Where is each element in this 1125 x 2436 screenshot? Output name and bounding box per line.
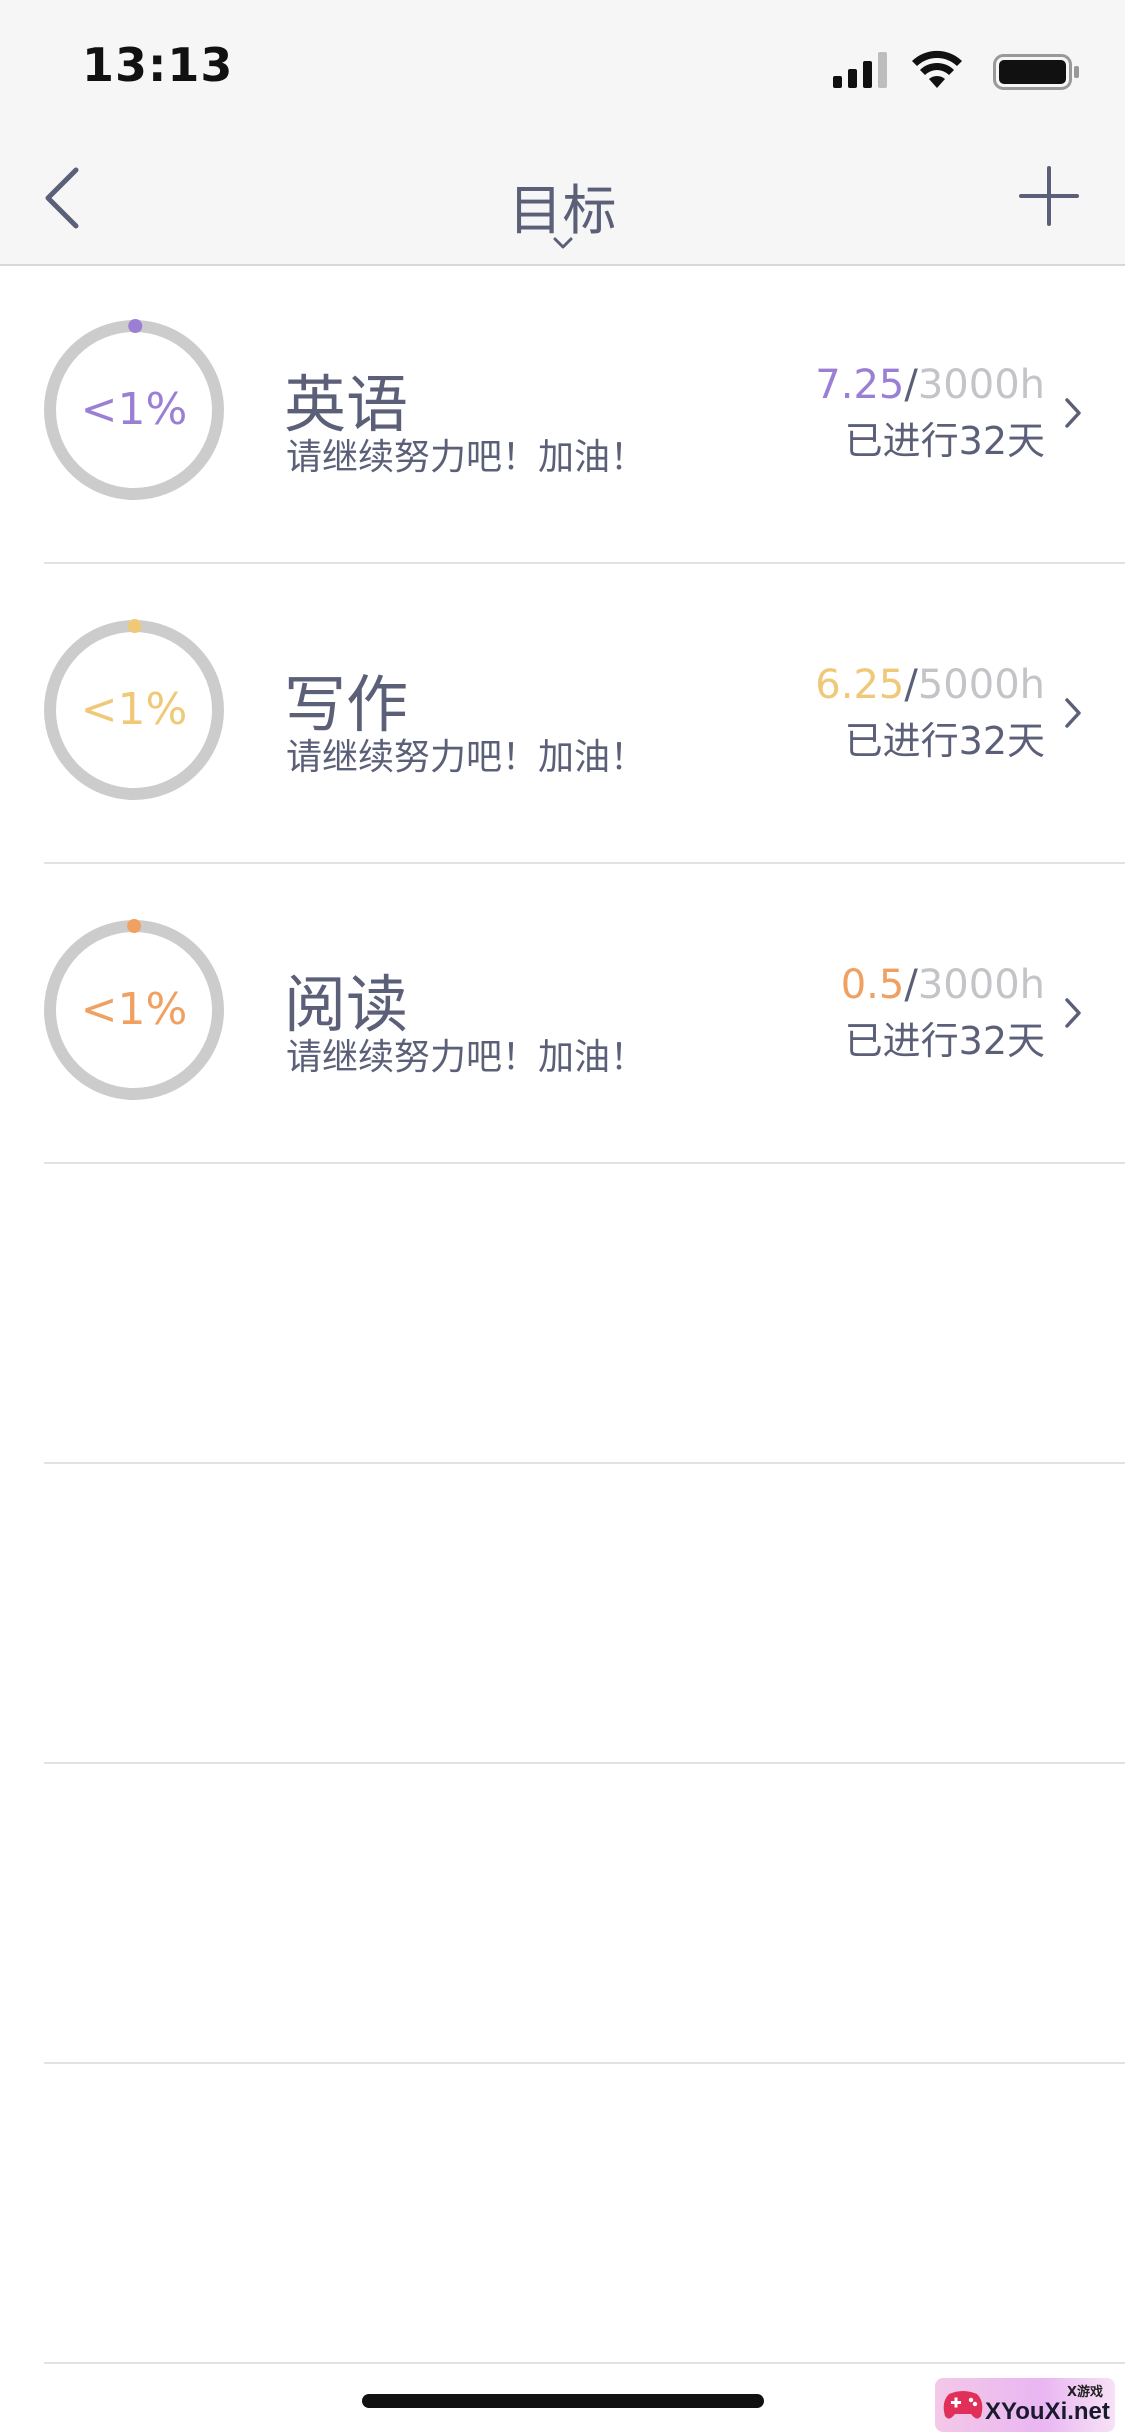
hours-separator: / (904, 962, 918, 1008)
status-time: 13:13 (82, 38, 234, 92)
row-divider (44, 562, 1125, 564)
goal-subtitle: 请继续努力吧！加油！ (286, 437, 647, 478)
goals-screen: 13:13 目标 <1% 英语 请继续努力吧！加油！ 7.25/3000h 已进… (0, 0, 1125, 2436)
days-elapsed: 已进行32天 (844, 419, 1045, 463)
chevron-down-icon[interactable] (552, 236, 574, 250)
chevron-right-icon (1065, 698, 1081, 728)
page-title[interactable]: 目标 (0, 166, 1125, 245)
chevron-right-icon (1065, 398, 1081, 428)
goal-row-reading[interactable]: <1% 阅读 请继续努力吧！加油！ 0.5/3000h 已进行32天 (0, 866, 1125, 1164)
hours-line: 7.25/3000h (815, 362, 1045, 408)
goal-row-writing[interactable]: <1% 写作 请继续努力吧！加油！ 6.25/5000h 已进行32天 (0, 566, 1125, 864)
hours-line: 6.25/5000h (815, 662, 1045, 708)
empty-row-divider (44, 2362, 1125, 2364)
hours-target: 5000h (917, 662, 1045, 708)
cellular-signal-icon (833, 52, 887, 88)
progress-ring: <1% (42, 618, 226, 802)
row-divider (44, 862, 1125, 864)
progress-ring: <1% (42, 918, 226, 1102)
empty-row-divider (44, 1462, 1125, 1464)
hours-separator: / (904, 662, 918, 708)
row-divider (44, 1162, 1125, 1164)
hours-done: 7.25 (815, 362, 905, 408)
home-indicator[interactable] (362, 2394, 764, 2408)
add-goal-button[interactable] (1017, 164, 1081, 228)
empty-row-divider (44, 1762, 1125, 1764)
goal-subtitle: 请继续努力吧！加油！ (286, 737, 647, 778)
progress-percent: <1% (80, 984, 188, 1035)
hours-done: 0.5 (840, 962, 905, 1008)
goal-stats: 0.5/3000h 已进行32天 (841, 962, 1045, 1065)
goal-stats: 6.25/5000h 已进行32天 (815, 662, 1045, 765)
watermark: X游戏 XYouXi.net (935, 2378, 1115, 2432)
hours-line: 0.5/3000h (841, 962, 1045, 1008)
progress-percent: <1% (80, 684, 188, 735)
days-elapsed: 已进行32天 (844, 1019, 1045, 1063)
chevron-right-icon (1065, 998, 1081, 1028)
nav-bar: 目标 (0, 136, 1125, 266)
hours-done: 6.25 (815, 662, 905, 708)
battery-icon (993, 54, 1079, 90)
progress-percent: <1% (80, 384, 188, 435)
days-elapsed: 已进行32天 (844, 719, 1045, 763)
goal-row-english[interactable]: <1% 英语 请继续努力吧！加油！ 7.25/3000h 已进行32天 (0, 266, 1125, 564)
status-bar: 13:13 (0, 0, 1125, 136)
empty-row-divider (44, 2062, 1125, 2064)
hours-separator: / (904, 362, 918, 408)
wifi-icon (912, 50, 962, 88)
goal-stats: 7.25/3000h 已进行32天 (815, 362, 1045, 465)
status-icons (821, 50, 1081, 92)
goal-subtitle: 请继续努力吧！加油！ (286, 1037, 647, 1078)
progress-ring: <1% (42, 318, 226, 502)
gamepad-logo-icon (943, 2391, 983, 2419)
watermark-text: XYouXi.net (985, 2398, 1110, 2425)
hours-target: 3000h (917, 362, 1045, 408)
hours-target: 3000h (917, 962, 1045, 1008)
